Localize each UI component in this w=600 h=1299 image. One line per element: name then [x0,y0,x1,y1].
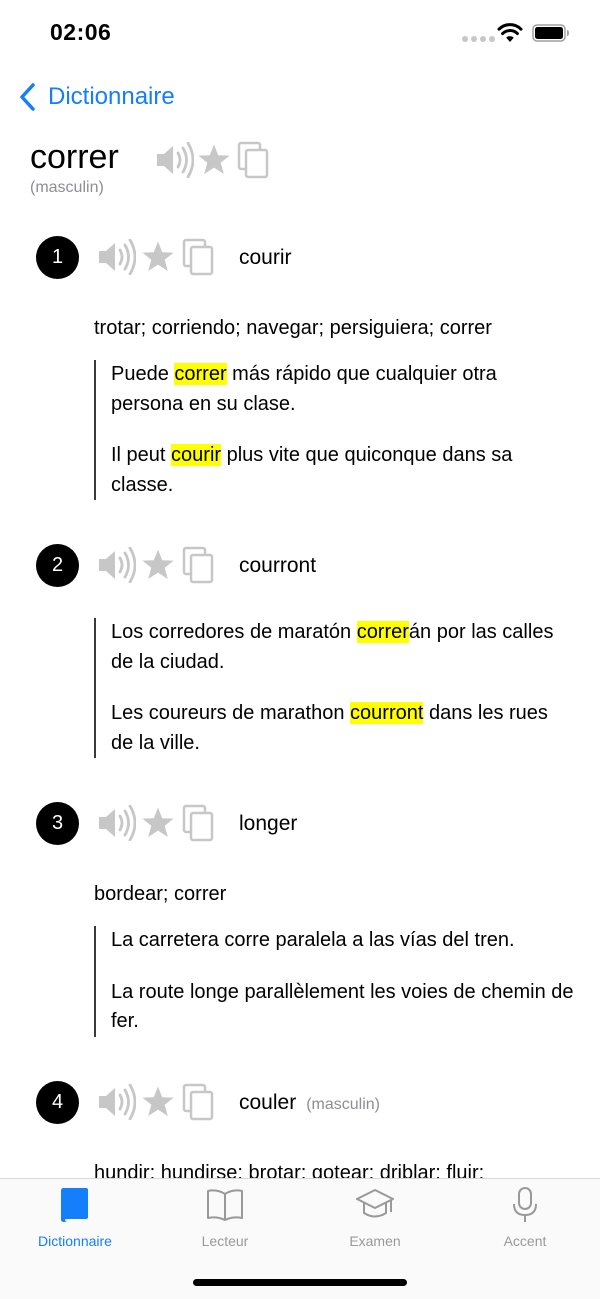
sense-gender: (masculin) [306,1095,380,1113]
highlighted-term: courront [350,702,424,724]
sense-translations: trotar; corriendo; navegar; persiguiera;… [94,317,492,339]
headword: correr [30,138,119,176]
battery-icon [532,24,569,42]
example-sentence-french: Il peut courir plus vite que quiconque d… [111,444,513,496]
example-sentence-french: La route longe parallèlement les voies d… [111,980,574,1033]
back-button[interactable]: Dictionnaire [18,80,175,114]
chevron-left-icon [20,83,35,111]
sense-translations: hundir; hundirse; brotar; gotear; dribla… [94,1161,485,1179]
sense-translations: bordear; correr [94,883,227,905]
example-sentence-spanish: Puede correr más rápido que cualquier ot… [111,363,497,415]
open-book-icon [207,1189,243,1221]
sense-word: longer [239,812,298,835]
back-button-label: Dictionnaire [48,83,175,110]
wifi-icon [497,23,523,42]
copy-icon[interactable] [178,545,218,585]
tab-dictionnaire[interactable]: Dictionnaire [0,1185,150,1255]
sense-actions [94,545,218,585]
speaker-icon[interactable] [94,237,138,277]
sense-actions [94,803,218,843]
copy-icon[interactable] [178,803,218,843]
speaker-icon[interactable] [153,140,195,180]
sense-actions [94,1082,218,1122]
sense-word: courir [239,246,292,269]
highlighted-term: correr [174,363,227,385]
example-sentence-spanish: Los corredores de maratón correrán por l… [111,621,554,673]
sense-number-badge: 1 [36,236,79,279]
sense-item: 1 courir trotar; corriendo; navegar; per… [0,222,600,500]
sense-item: 3 longer bordear; correr La carretera co… [0,788,600,1037]
example-sentence-french: Les coureurs de marathon courront dans l… [111,702,548,754]
home-indicator [193,1279,407,1286]
copy-icon[interactable] [233,140,273,180]
tab-lecteur[interactable]: Lecteur [150,1185,300,1255]
speaker-icon[interactable] [94,803,138,843]
copy-icon[interactable] [178,1082,218,1122]
sense-item: 4 couler (masculin) hundir; hundirse; bro… [0,1067,600,1179]
sense-word: couler (masculin) [239,1090,380,1114]
headword-actions [153,140,273,180]
headword-gender: (masculin) [30,179,104,196]
tab-label: Dictionnaire [38,1233,112,1249]
microphone-icon [513,1187,537,1222]
copy-icon[interactable] [178,237,218,277]
star-icon[interactable] [138,803,178,843]
sense-number-badge: 2 [36,544,79,587]
highlighted-term: courir [171,444,222,466]
book-icon [61,1188,88,1222]
status-time: 02:06 [50,19,112,45]
graduation-cap-icon [356,1189,394,1218]
tab-accent[interactable]: Accent [450,1185,600,1255]
star-icon[interactable] [195,140,233,180]
tab-examen[interactable]: Examen [300,1185,450,1255]
example-block: Puede correr más rápido que cualquier ot… [94,360,574,500]
cellular-signal-icon [462,36,495,42]
sense-word: courront [239,554,317,577]
sense-number-badge: 3 [36,802,79,845]
speaker-icon[interactable] [94,545,138,585]
tab-label: Accent [503,1233,547,1249]
example-block: Los corredores de maratón correrán por l… [94,618,574,758]
sense-actions [94,237,218,277]
example-block: La carretera corre paralela a las vías d… [94,926,574,1037]
tab-label: Lecteur [201,1233,249,1249]
star-icon[interactable] [138,545,178,585]
speaker-icon[interactable] [94,1082,138,1122]
example-sentence-spanish: La carretera corre paralela a las vías d… [111,929,515,951]
star-icon[interactable] [138,237,178,277]
sense-item: 2 courront Los corredores de maratón cor… [0,530,600,758]
tab-label: Examen [349,1233,401,1249]
entry-senses[interactable]: 1 courir trotar; corriendo; navegar; per… [0,222,600,1178]
highlighted-term: correr [356,621,409,643]
star-icon[interactable] [138,1082,178,1122]
sense-number-badge: 4 [36,1080,79,1124]
status-bar: 02:06 [0,0,600,70]
